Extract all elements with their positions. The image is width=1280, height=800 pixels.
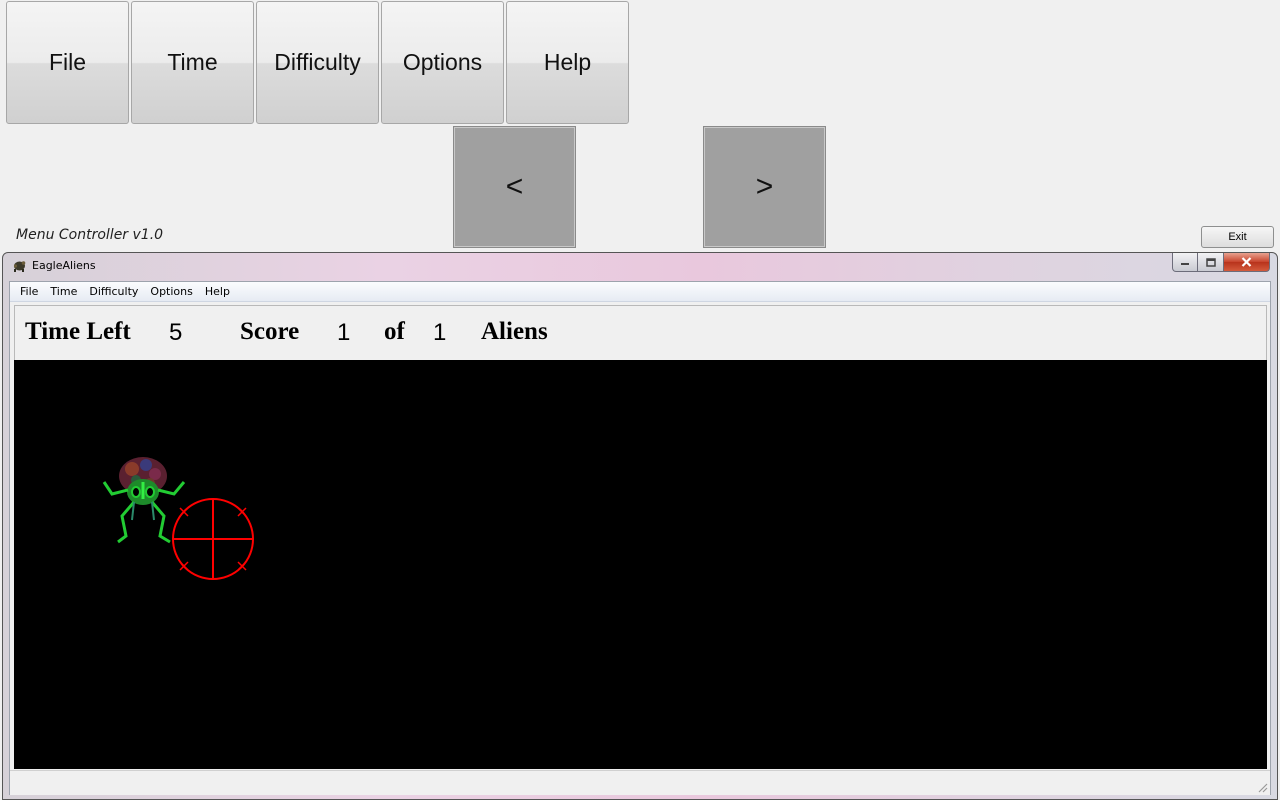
menu-time[interactable]: Time bbox=[44, 285, 83, 298]
hud-panel: Time Left 5 Score 1 of 1 Aliens bbox=[14, 305, 1267, 360]
previous-button[interactable]: < bbox=[453, 126, 576, 248]
game-arena[interactable] bbox=[14, 360, 1267, 769]
title-bar[interactable]: EagleAliens bbox=[3, 253, 1277, 281]
client-area: File Time Difficulty Options Help Time L… bbox=[9, 281, 1271, 795]
menu-difficulty[interactable]: Difficulty bbox=[83, 285, 144, 298]
menu-controller-version-label: Menu Controller v1.0 bbox=[16, 227, 164, 243]
time-left-value: 5 bbox=[169, 319, 183, 346]
controller-help-button[interactable]: Help bbox=[506, 1, 629, 124]
menu-file[interactable]: File bbox=[14, 285, 44, 298]
score-label: Score bbox=[240, 318, 300, 345]
controller-file-button[interactable]: File bbox=[6, 1, 129, 124]
caption-buttons bbox=[1172, 253, 1270, 272]
minimize-icon[interactable] bbox=[1172, 253, 1198, 272]
time-left-label: Time Left bbox=[25, 318, 131, 345]
total-aliens-value: 1 bbox=[433, 319, 447, 346]
menu-bar: File Time Difficulty Options Help bbox=[10, 282, 1270, 302]
turtle-app-icon bbox=[13, 261, 26, 272]
maximize-icon[interactable] bbox=[1198, 253, 1224, 272]
next-button[interactable]: > bbox=[703, 126, 826, 248]
resize-grip-icon[interactable] bbox=[1256, 781, 1268, 793]
of-label: of bbox=[384, 318, 405, 345]
status-bar bbox=[10, 770, 1270, 795]
crosshair-icon bbox=[172, 498, 254, 580]
controller-options-button[interactable]: Options bbox=[381, 1, 504, 124]
window-title: EagleAliens bbox=[32, 259, 96, 272]
controller-difficulty-button[interactable]: Difficulty bbox=[256, 1, 379, 124]
menu-help[interactable]: Help bbox=[199, 285, 236, 298]
menu-options[interactable]: Options bbox=[144, 285, 198, 298]
exit-button[interactable]: Exit bbox=[1201, 226, 1274, 248]
controller-time-button[interactable]: Time bbox=[131, 1, 254, 124]
aliens-label: Aliens bbox=[481, 318, 548, 345]
score-value: 1 bbox=[337, 319, 351, 346]
close-icon[interactable] bbox=[1224, 253, 1270, 272]
game-window: EagleAliens File Time Difficulty Options… bbox=[2, 252, 1278, 800]
